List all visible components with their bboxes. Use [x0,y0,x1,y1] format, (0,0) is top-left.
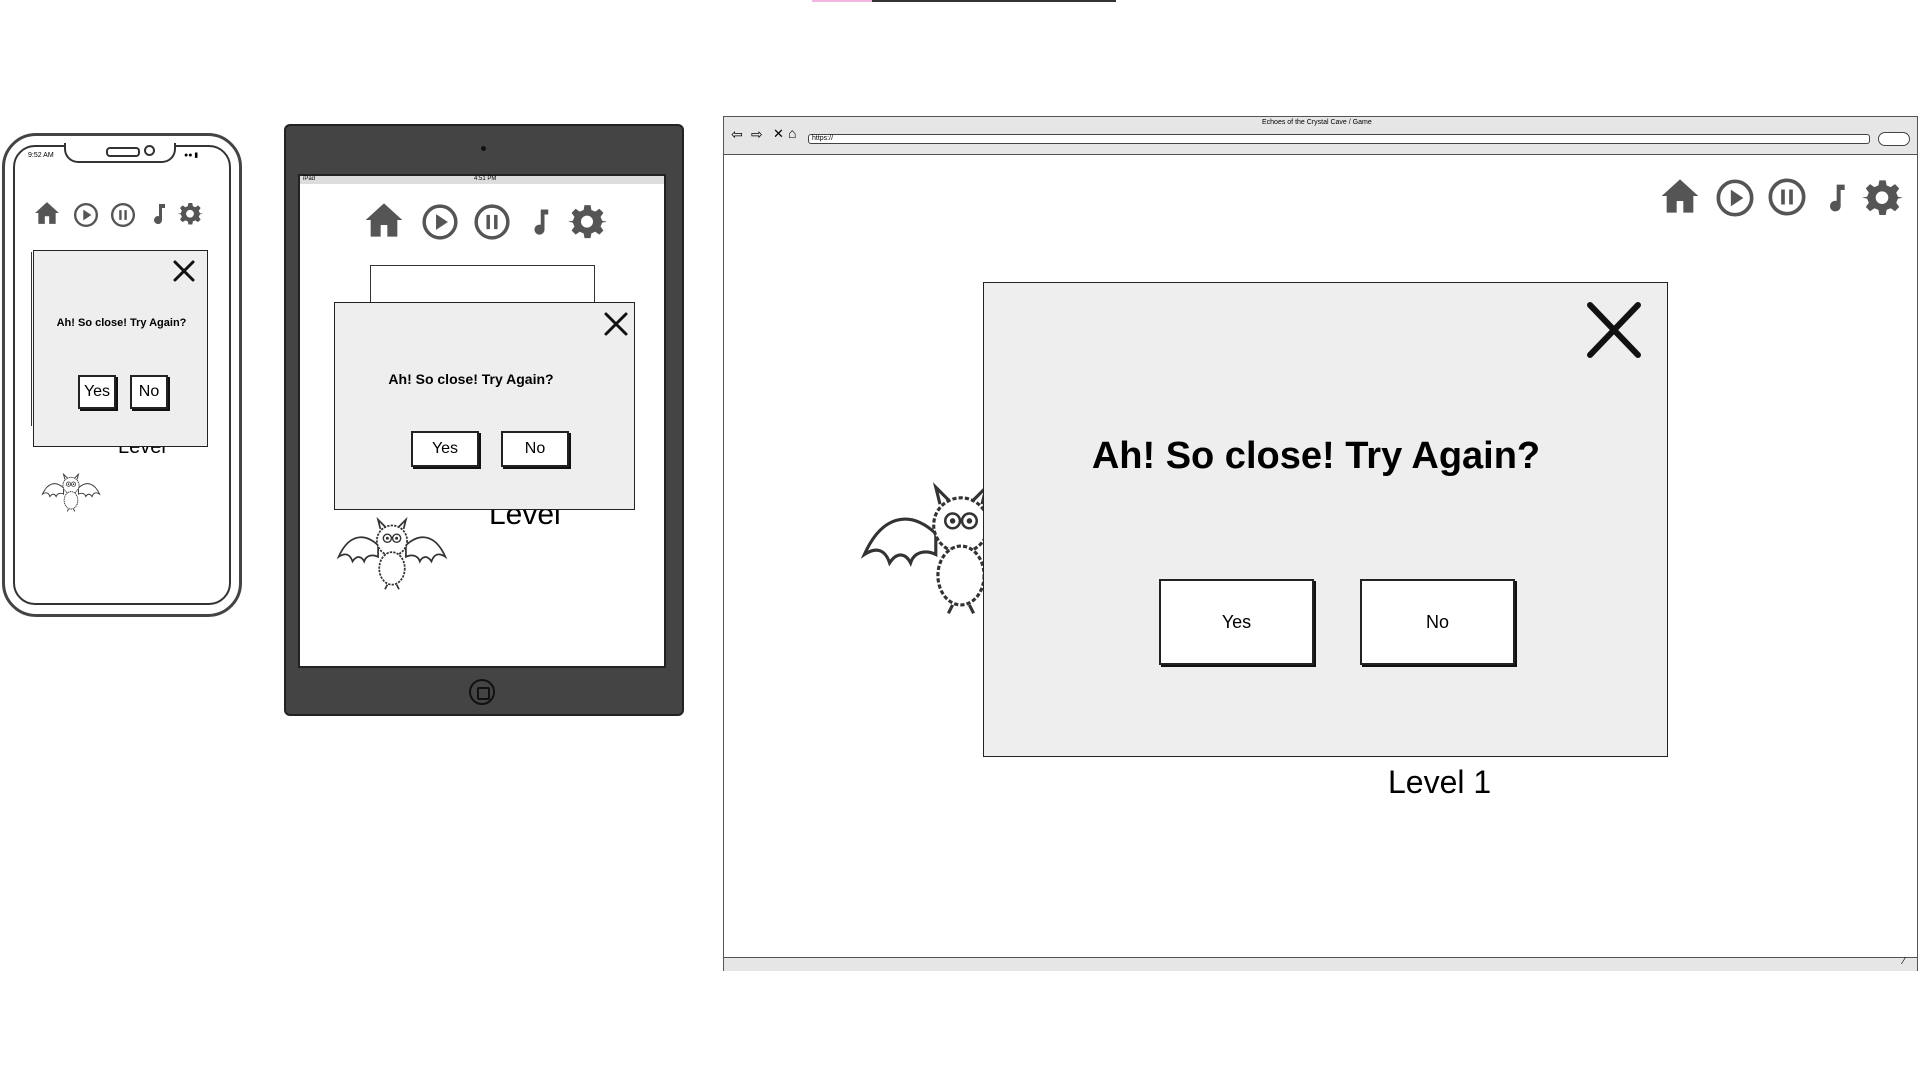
phone-dialog-message: Ah! So close! Try Again? [56,317,187,329]
top-accent-bar [812,0,872,2]
yes-button-label: Yes [431,440,459,457]
yes-button[interactable]: Yes [1159,579,1314,665]
phone-dialog: Ah! So close! Try Again? Yes No [33,250,208,447]
no-button[interactable]: No [130,375,168,409]
no-button-label: No [1425,611,1449,632]
search-box[interactable] [1878,132,1910,146]
address-url: https:// [812,135,834,142]
yes-button[interactable]: Yes [411,431,479,467]
tablet-dialog-message: Ah! So close! Try Again? [388,371,554,387]
browser-home-icon[interactable]: ⌂ [788,125,796,141]
bat-character [334,508,450,594]
phone-camera [144,145,155,156]
pause-icon[interactable] [1767,177,1807,217]
play-icon[interactable] [1715,178,1755,218]
music-icon[interactable] [148,201,172,227]
tablet-background-panel [370,265,595,305]
desktop-dialog-message: Ah! So close! Try Again? [1091,435,1541,477]
yes-button-label: Yes [83,383,111,400]
forward-icon[interactable]: ⇨ [751,126,763,143]
phone-status-indicators: ●● ▮ [184,152,199,159]
play-icon[interactable] [73,202,99,228]
gear-icon[interactable] [567,202,607,242]
play-icon[interactable] [421,203,459,241]
tablet-status-time: 4:51 PM [474,176,497,182]
music-icon[interactable] [527,202,557,242]
resize-handle-icon[interactable]: ∕ [1903,956,1905,967]
back-icon[interactable]: ⇦ [731,126,743,143]
tablet-status-device: iPad [303,176,316,182]
desktop-level-label: Level 1 [1388,764,1492,800]
no-button[interactable]: No [1360,579,1515,665]
no-button-label: No [524,440,546,457]
tablet-home-button[interactable] [469,679,495,705]
desktop-dialog: Ah! So close! Try Again? Yes No [983,282,1668,757]
pause-icon[interactable] [110,202,136,228]
close-icon[interactable] [172,259,196,283]
stop-icon[interactable]: ✕ [773,126,784,142]
no-button[interactable]: No [501,431,569,467]
address-bar[interactable]: https:// [808,134,1870,144]
pause-icon[interactable] [473,203,511,241]
tablet-dialog: Ah! So close! Try Again? Yes No [334,302,635,510]
phone-speaker [106,147,140,157]
home-icon[interactable] [1660,176,1700,216]
yes-button[interactable]: Yes [78,375,116,409]
phone-status-time: 9:52 AM [28,152,54,159]
gear-icon[interactable] [1861,177,1903,219]
home-icon[interactable] [364,200,404,240]
close-icon[interactable] [1584,299,1644,361]
top-dark-bar [872,0,1116,2]
music-icon[interactable] [1822,177,1854,219]
browser-title: Echoes of the Crystal Cave / Game [1262,119,1372,126]
close-icon[interactable] [603,311,629,337]
tablet-camera [481,146,486,151]
browser-bottom-bar [724,957,1917,971]
bat-character [40,468,102,514]
gear-icon[interactable] [177,201,203,227]
yes-button-label: Yes [1221,611,1252,632]
home-icon[interactable] [34,200,60,226]
no-button-label: No [138,383,160,400]
